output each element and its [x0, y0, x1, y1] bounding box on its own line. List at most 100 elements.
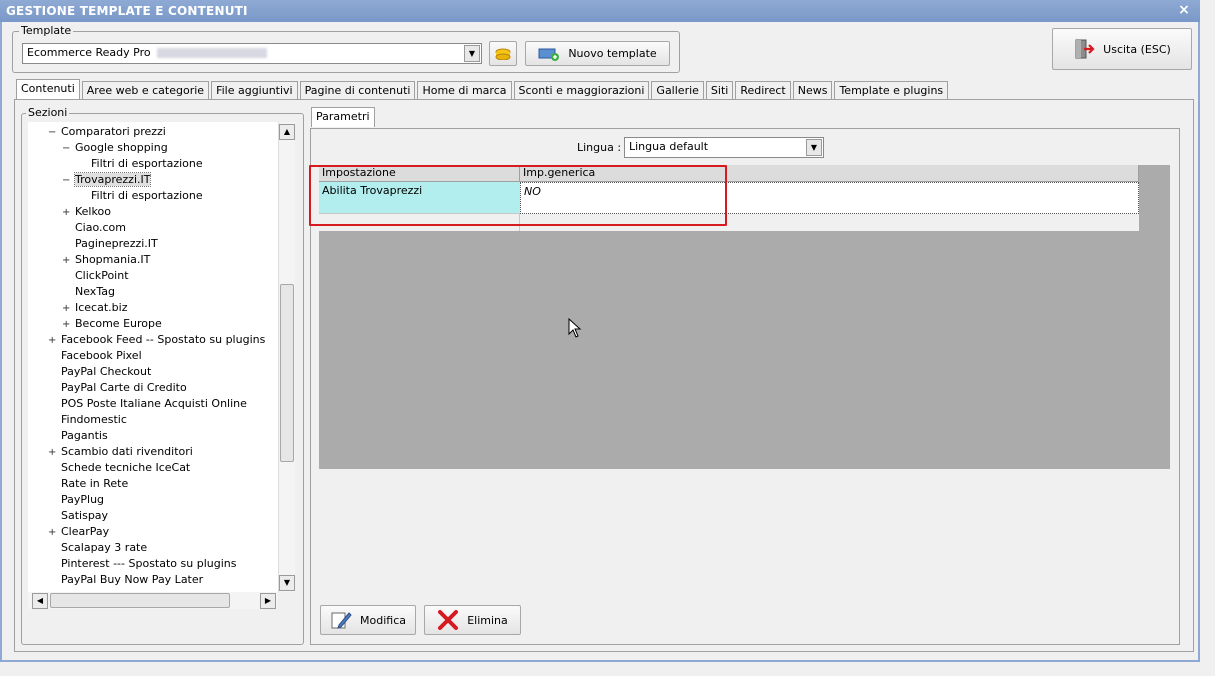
expand-icon[interactable]: +: [48, 525, 58, 541]
tree-item[interactable]: + Scambio dati rivenditori: [48, 444, 193, 460]
tree-item-label: PayPal Carte di Credito: [61, 381, 187, 394]
tree-item-label: Shopmania.IT: [75, 253, 151, 266]
tree-item[interactable]: + Facebook Feed -- Spostato su plugins: [48, 332, 265, 348]
tree-item[interactable]: NexTag: [62, 284, 115, 300]
tree-item[interactable]: + Become Europe: [62, 316, 162, 332]
tree-vertical-scrollbar[interactable]: ▲ ▼: [278, 122, 295, 592]
tree-item[interactable]: + Kelkoo: [62, 204, 111, 220]
tree-item[interactable]: − Comparatori prezzi: [48, 124, 166, 140]
tab-contenuti[interactable]: Contenuti: [16, 79, 80, 100]
close-icon[interactable]: ×: [1178, 2, 1190, 18]
tree-item[interactable]: PayPal Checkout: [48, 364, 151, 380]
tab-parametri[interactable]: Parametri: [311, 107, 375, 127]
tree-item[interactable]: ClickPoint: [62, 268, 129, 284]
language-select[interactable]: Lingua default ▼: [624, 137, 824, 158]
tree-item-label: Facebook Feed -- Spostato su plugins: [61, 333, 266, 346]
tree-item[interactable]: Filtri di esportazione: [78, 188, 203, 204]
tree-item[interactable]: Schede tecniche IceCat: [48, 460, 190, 476]
tab-news[interactable]: News: [792, 81, 833, 100]
tree-item[interactable]: Rate in Rete: [48, 476, 128, 492]
tree-item-label: PayPal Buy Now Pay Later: [61, 573, 204, 586]
tree-item-label: Pinterest --- Spostato su plugins: [61, 557, 237, 570]
tree-item[interactable]: + Icecat.biz: [62, 300, 127, 316]
tree-item[interactable]: Ciao.com: [62, 220, 126, 236]
tree-item[interactable]: Scalapay 3 rate: [48, 540, 147, 556]
edit-label: Modifica: [360, 613, 406, 627]
tree-item[interactable]: PayPal Buy Now Pay Later: [48, 572, 203, 588]
tree-item[interactable]: Findomestic: [48, 412, 127, 428]
expand-icon[interactable]: +: [62, 205, 72, 221]
collapse-icon[interactable]: −: [48, 125, 58, 141]
database-icon: [495, 48, 511, 60]
language-select-value: Lingua default: [629, 140, 709, 153]
new-template-button[interactable]: Nuovo template: [525, 41, 670, 66]
tree-item-label: Pagantis: [61, 429, 108, 442]
tree-item[interactable]: Pinterest --- Spostato su plugins: [48, 556, 236, 572]
add-template-icon: [538, 48, 560, 61]
scroll-right-icon[interactable]: ▶: [260, 593, 276, 609]
edit-pencil-icon: [331, 612, 352, 629]
tab-redirect[interactable]: Redirect: [735, 81, 791, 100]
scroll-down-icon[interactable]: ▼: [279, 575, 295, 591]
tree-item[interactable]: + Shopmania.IT: [62, 252, 150, 268]
tree-item-label: POS Poste Italiane Acquisti Online: [61, 397, 247, 410]
tree-item[interactable]: Pagineprezzi.IT: [62, 236, 158, 252]
tree-item[interactable]: PayPlug: [48, 492, 104, 508]
tree-item[interactable]: PayPal Carte di Credito: [48, 380, 187, 396]
tree-item-label: Filtri di esportazione: [91, 157, 203, 170]
tab-gallerie[interactable]: Gallerie: [651, 81, 704, 100]
expand-icon[interactable]: +: [62, 317, 72, 333]
chevron-down-icon[interactable]: ▼: [464, 45, 480, 62]
template-group-label: Template: [19, 24, 74, 37]
tree-item-label: PayPal Checkout: [61, 365, 152, 378]
tab-siti[interactable]: Siti: [705, 81, 734, 100]
tree-item-label: Findomestic: [61, 413, 127, 426]
sections-tree[interactable]: − Comparatori prezzi − Google shopping Filtr…: [28, 122, 278, 592]
edit-button[interactable]: Modifica: [320, 605, 416, 635]
template-select[interactable]: Ecommerce Ready Pro ▼: [22, 43, 482, 64]
tree-item-label: Scambio dati rivenditori: [61, 445, 193, 458]
window-title: GESTIONE TEMPLATE E CONTENUTI: [6, 4, 248, 18]
tree-item-label: Filtri di esportazione: [91, 189, 203, 202]
tree-item-label: Google shopping: [75, 141, 168, 154]
exit-door-icon: [1075, 39, 1095, 59]
tab-home-marca[interactable]: Home di marca: [417, 81, 512, 100]
tree-item-label: Icecat.biz: [75, 301, 128, 314]
tree-item[interactable]: Facebook Pixel: [48, 348, 142, 364]
tree-item-label: Satispay: [61, 509, 109, 522]
scroll-thumb[interactable]: [280, 284, 294, 462]
tab-file-aggiuntivi[interactable]: File aggiuntivi: [211, 81, 298, 100]
expand-icon[interactable]: +: [62, 301, 72, 317]
tree-item[interactable]: Satispay: [48, 508, 108, 524]
collapse-icon[interactable]: −: [62, 141, 72, 157]
window-title-bar: GESTIONE TEMPLATE E CONTENUTI ×: [0, 0, 1200, 22]
exit-button[interactable]: Uscita (ESC): [1052, 28, 1192, 70]
tab-aree-web[interactable]: Aree web e categorie: [81, 81, 210, 100]
annotation-highlight: [309, 165, 727, 226]
expand-icon[interactable]: +: [48, 445, 58, 461]
tree-item[interactable]: Filtri di esportazione: [78, 156, 203, 172]
scroll-up-icon[interactable]: ▲: [279, 124, 295, 140]
tree-item[interactable]: POS Poste Italiane Acquisti Online: [48, 396, 247, 412]
tree-item-label: Comparatori prezzi: [61, 125, 166, 138]
tab-template-plugins[interactable]: Template e plugins: [834, 81, 949, 100]
chevron-down-icon[interactable]: ▼: [806, 139, 822, 156]
exit-label: Uscita (ESC): [1103, 42, 1171, 56]
tree-item[interactable]: − Trovaprezzi.IT: [62, 172, 152, 189]
tree-item-label: Ciao.com: [75, 221, 127, 234]
expand-icon[interactable]: +: [48, 333, 58, 349]
open-template-button[interactable]: [489, 41, 517, 66]
hscroll-thumb[interactable]: [50, 593, 230, 608]
collapse-icon[interactable]: −: [62, 173, 72, 189]
tree-horizontal-scrollbar[interactable]: ◀ ▶: [28, 592, 278, 609]
main-tabs: Contenuti Aree web e categorie File aggi…: [16, 79, 950, 100]
tab-pagine-contenuti[interactable]: Pagine di contenuti: [299, 81, 416, 100]
delete-button[interactable]: Elimina: [424, 605, 521, 635]
expand-icon[interactable]: +: [62, 253, 72, 269]
tree-item[interactable]: − Google shopping: [62, 140, 168, 156]
tree-item[interactable]: Pagantis: [48, 428, 108, 444]
tree-item-label: ClickPoint: [75, 269, 129, 282]
scroll-left-icon[interactable]: ◀: [32, 593, 48, 609]
tree-item[interactable]: + ClearPay: [48, 524, 109, 540]
tab-sconti[interactable]: Sconti e maggiorazioni: [513, 81, 650, 100]
